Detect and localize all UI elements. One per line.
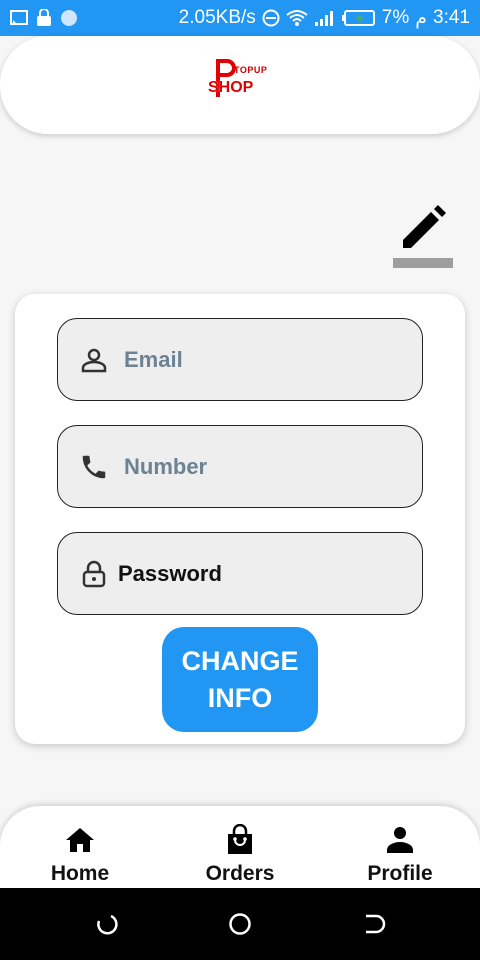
lock-icon (78, 558, 110, 590)
logo-shop-text: SHOP (208, 79, 254, 96)
number-placeholder: Number (124, 453, 208, 479)
lock-status-icon (36, 9, 52, 27)
back-icon[interactable] (362, 912, 386, 936)
nav-orders-label: Orders (205, 862, 275, 885)
network-speed: 2.05KB/s (178, 7, 256, 28)
password-field[interactable]: Password (57, 532, 423, 615)
email-field[interactable]: Email (57, 318, 423, 401)
battery-percent: 7% (381, 7, 410, 28)
profile-form-card: Email Number Password CHANGE INFO (15, 294, 465, 744)
edit-underline (393, 258, 453, 268)
nav-home[interactable]: Home (20, 824, 140, 886)
nav-profile-label: Profile (367, 862, 433, 885)
password-value: Password (118, 560, 222, 586)
person-icon (383, 824, 417, 856)
bottom-navigation: Home Orders Profile (0, 806, 480, 888)
change-info-label-line1: CHANGE (181, 646, 299, 677)
header-card: TOPUP SHOP (0, 36, 480, 134)
nav-home-label: Home (50, 862, 110, 885)
edit-button[interactable] (393, 204, 453, 268)
person-icon (78, 344, 110, 376)
app-logo: TOPUP SHOP (208, 57, 272, 113)
change-info-label-line2: INFO (207, 682, 273, 713)
shopping-bag-icon (223, 824, 257, 856)
logo-topup-text: TOPUP (234, 65, 268, 75)
home-system-icon[interactable] (228, 912, 252, 936)
nav-orders[interactable]: Orders (180, 824, 300, 886)
wifi-icon (286, 9, 308, 27)
nav-profile[interactable]: Profile (340, 824, 460, 886)
pencil-icon (403, 205, 446, 248)
email-placeholder: Email (124, 346, 183, 372)
recents-icon[interactable] (95, 912, 119, 936)
dnd-icon (262, 9, 280, 27)
clock: 3:41 (433, 7, 470, 28)
battery-icon (341, 9, 376, 27)
number-field[interactable]: Number (57, 425, 423, 508)
vpn-circle-icon (60, 9, 78, 27)
time-period: م (415, 7, 428, 29)
phone-icon (78, 451, 110, 483)
screen-cast-icon (10, 10, 28, 26)
signal-icon (314, 9, 336, 27)
home-icon (63, 824, 97, 856)
system-navigation-bar (0, 888, 480, 960)
change-info-button[interactable]: CHANGE INFO (162, 627, 318, 732)
status-bar: 2.05KB/s 7% م 3:41 (0, 0, 480, 36)
